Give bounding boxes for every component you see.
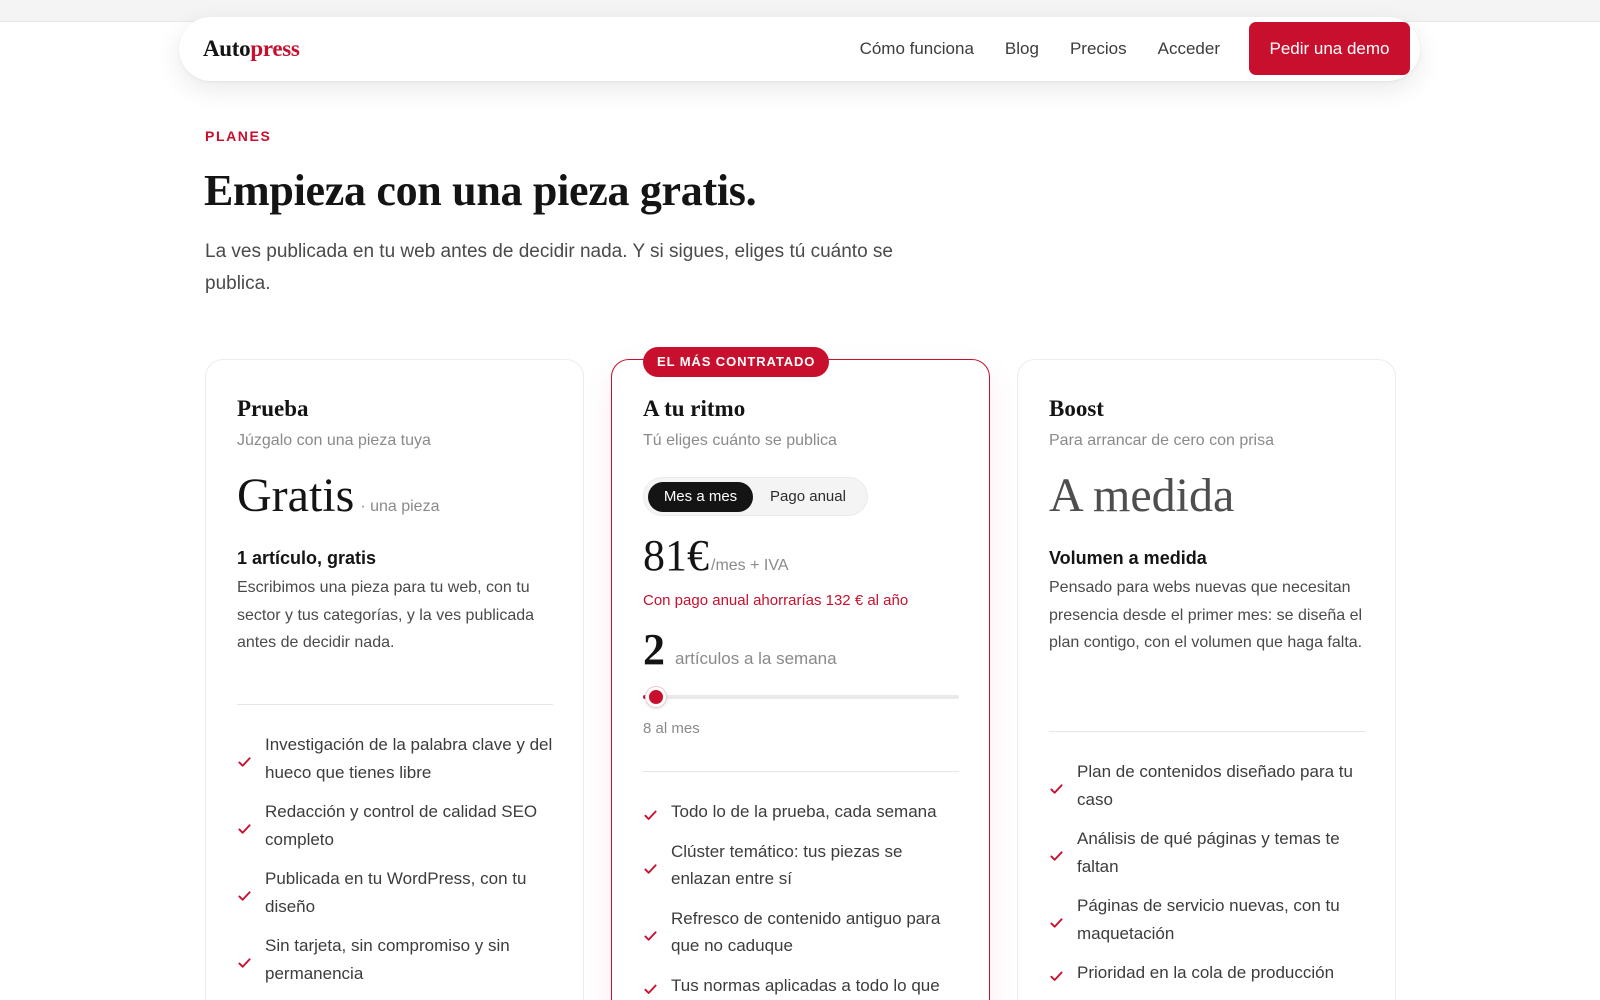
plan-divider [237,704,553,705]
feature-text: Todo lo de la prueba, cada semana [671,802,937,821]
check-icon [238,824,251,834]
plan-name: Boost [1049,396,1104,421]
list-item: Publicada en tu WordPress, con tu diseño [237,865,559,920]
list-item: Todo lo de la prueba, cada semana [643,798,965,826]
nav-links: Cómo funciona Blog Precios Acceder [860,17,1220,81]
most-popular-badge: EL MÁS CONTRATADO [643,347,830,377]
articles-count-label: artículos a la semana [675,649,837,668]
plan-name: Prueba [237,396,309,421]
feature-text: Investigación de la palabra clave y del … [265,735,553,782]
plan-feature-list: Investigación de la palabra clave y del … [237,731,559,999]
section-eyebrow: PLANES [205,128,272,144]
plan-divider [643,771,959,772]
plan-feature-list: Todo lo de la prueba, cada semana Clúste… [643,798,965,1000]
plan-price: A medida [1049,469,1235,522]
plan-card-prueba: Prueba Júzgalo con una pieza tuya Gratis… [205,359,584,1000]
check-icon [1050,971,1063,981]
top-navigation-bar: Autopress Cómo funciona Blog Precios Acc… [179,17,1420,81]
check-icon [644,930,657,941]
list-item: Redacción y control de calidad SEO compl… [237,798,559,853]
feature-text: Prioridad en la cola de producción [1077,963,1335,982]
feature-text: Redacción y control de calidad SEO compl… [265,802,538,849]
plan-name: A tu ritmo [643,396,746,421]
feature-text: Sin tarjeta, sin compromiso y sin perman… [265,936,510,983]
list-item: Investigación de la palabra clave y del … [237,731,559,786]
plan-feature-list: Plan de contenidos diseñado para tu caso… [1049,758,1371,999]
page-title: Empieza con una pieza gratis. [204,166,757,215]
check-icon [1050,918,1063,928]
list-item: Análisis de qué páginas y temas te falta… [1049,825,1371,880]
check-icon [644,863,657,874]
check-icon [238,891,251,901]
plan-divider [1049,731,1365,732]
plan-card-boost: Boost Para arrancar de cero con prisa A … [1017,359,1396,1000]
check-icon [238,958,251,968]
logo-text-accent: press [250,36,300,61]
plan-tagline: Tú eliges cuánto se publica [643,432,837,449]
logo-text-main: Auto [203,36,251,61]
check-icon [644,984,657,994]
autopress-logo[interactable]: Autopress [203,36,300,62]
slider-thumb[interactable] [646,687,666,707]
plan-price-row: A medida [1049,472,1234,520]
plan-price-suffix: · una pieza [360,498,440,515]
articles-frequency-slider[interactable] [643,687,959,707]
list-item: Plan de contenidos diseñado para tu caso [1049,758,1371,813]
list-item: Refresco de contenido antiguo para que n… [643,905,965,960]
plan-tagline: Júzgalo con una pieza tuya [237,432,431,449]
billing-option-monthly[interactable]: Mes a mes [648,482,753,512]
feature-text: Plan de contenidos diseñado para tu caso [1077,762,1353,809]
list-item: Sin tarjeta, sin compromiso y sin perman… [237,932,559,987]
check-icon [1050,851,1063,861]
billing-option-annual[interactable]: Pago anual [758,482,858,512]
list-item: Prioridad en la cola de producción [1049,959,1371,987]
plan-price: 81€ [643,531,709,580]
plan-price-row: Gratis · una pieza [237,472,439,520]
billing-toggle: Mes a mes Pago anual [643,477,868,516]
check-icon [644,810,657,820]
plan-feature-title: Volumen a medida [1049,548,1207,568]
nav-link-acceder[interactable]: Acceder [1158,39,1220,59]
feature-text: Clúster temático: tus piezas se enlazan … [671,841,903,889]
check-icon [238,757,251,767]
slider-caption: 8 al mes [643,720,700,737]
plan-price-row: 81€ /mes + IVA [643,534,789,578]
check-icon [1050,784,1063,794]
feature-text: Análisis de qué páginas y temas te falta… [1077,829,1340,876]
list-item: Clúster temático: tus piezas se enlazan … [643,838,965,893]
feature-text: Tus normas aplicadas a todo lo que [671,975,940,995]
plan-feature-description: Pensado para webs nuevas que necesitan p… [1049,579,1363,651]
list-item: Páginas de servicio nuevas, con tu maque… [1049,892,1371,947]
nav-link-precios[interactable]: Precios [1070,39,1127,59]
nav-link-blog[interactable]: Blog [1005,39,1039,59]
annual-saving-note: Con pago anual ahorrarías 132 € al año [643,592,909,609]
feature-text: Páginas de servicio nuevas, con tu maque… [1077,896,1340,943]
articles-count: 2 [643,625,665,674]
plan-card-a-tu-ritmo: EL MÁS CONTRATADO A tu ritmo Tú eliges c… [611,347,990,1000]
articles-per-week: 2 artículos a la semana [643,628,837,672]
nav-link-como-funciona[interactable]: Cómo funciona [860,39,974,59]
plan-feature-description: Escribimos una pieza para tu web, con tu… [237,579,535,651]
plan-price: Gratis [237,469,355,522]
request-demo-button[interactable]: Pedir una demo [1249,22,1410,75]
page-subtitle: La ves publicada en tu web antes de deci… [205,241,893,294]
feature-text: Publicada en tu WordPress, con tu diseño [265,869,527,916]
plan-feature-title: 1 artículo, gratis [237,548,377,568]
feature-text: Refresco de contenido antiguo para que n… [671,908,941,956]
list-item: Tus normas aplicadas a todo lo que [643,972,965,1000]
plan-price-suffix: /mes + IVA [711,557,789,574]
plan-tagline: Para arrancar de cero con prisa [1049,432,1274,449]
